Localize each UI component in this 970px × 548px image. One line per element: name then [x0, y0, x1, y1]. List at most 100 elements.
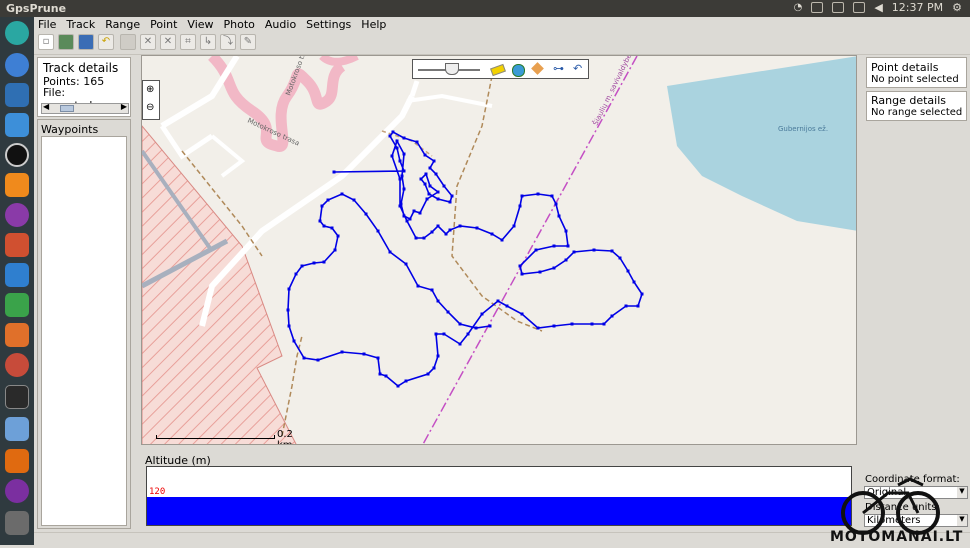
- track-point[interactable]: [534, 248, 538, 252]
- track-point[interactable]: [287, 287, 291, 291]
- track-point[interactable]: [312, 261, 316, 265]
- track-point[interactable]: [402, 169, 406, 173]
- menu-point[interactable]: Point: [146, 17, 181, 32]
- zoom-in-icon[interactable]: ⊕: [146, 84, 154, 95]
- track-point[interactable]: [466, 332, 470, 336]
- track-point[interactable]: [302, 356, 306, 360]
- track-point[interactable]: [422, 236, 426, 240]
- track-point[interactable]: [566, 244, 570, 248]
- track-point[interactable]: [322, 224, 326, 228]
- track-point[interactable]: [402, 136, 406, 140]
- track-point[interactable]: [505, 304, 509, 308]
- calc-icon[interactable]: [5, 293, 29, 317]
- software-center-icon[interactable]: [5, 323, 29, 347]
- track-point[interactable]: [488, 324, 492, 328]
- chat-icon[interactable]: [5, 113, 29, 137]
- track-point[interactable]: [326, 198, 330, 202]
- track-point[interactable]: [414, 236, 418, 240]
- track-point[interactable]: [564, 258, 568, 262]
- altitude-chart[interactable]: 120: [146, 466, 852, 526]
- menu-settings[interactable]: Settings: [302, 17, 355, 32]
- track-point[interactable]: [458, 342, 462, 346]
- track-point[interactable]: [364, 212, 368, 216]
- volume-icon[interactable]: ◀: [874, 1, 882, 14]
- trash-icon[interactable]: [5, 511, 29, 535]
- track-point[interactable]: [427, 192, 431, 196]
- track-point[interactable]: [434, 332, 438, 336]
- delete-point-icon[interactable]: ✕: [140, 34, 156, 50]
- map-icon[interactable]: [531, 62, 544, 75]
- scroll-right-icon[interactable]: ▶: [121, 102, 127, 111]
- track-point[interactable]: [520, 194, 524, 198]
- compress-icon[interactable]: ↳: [200, 34, 216, 50]
- track-point[interactable]: [300, 264, 304, 268]
- thunderbird-icon[interactable]: [5, 83, 29, 107]
- track-point[interactable]: [518, 204, 522, 208]
- amazon-icon[interactable]: [5, 143, 29, 167]
- track-point[interactable]: [436, 197, 440, 201]
- menu-file[interactable]: File: [34, 17, 60, 32]
- track-point[interactable]: [430, 288, 434, 292]
- rugby-icon[interactable]: [5, 479, 29, 503]
- track-point[interactable]: [624, 304, 628, 308]
- slider-thumb[interactable]: [445, 63, 459, 75]
- track-point[interactable]: [618, 256, 622, 260]
- track-point[interactable]: [402, 187, 406, 191]
- files-icon[interactable]: [5, 233, 29, 257]
- track-point[interactable]: [418, 211, 422, 215]
- track-point[interactable]: [396, 384, 400, 388]
- track-point[interactable]: [320, 204, 324, 208]
- waypoints-list[interactable]: [41, 136, 127, 526]
- track-point[interactable]: [490, 232, 494, 236]
- track-point[interactable]: [322, 260, 326, 264]
- track-point[interactable]: [419, 177, 423, 181]
- delete-range-icon[interactable]: ✕: [160, 34, 176, 50]
- mail-icon[interactable]: [832, 2, 845, 13]
- track-point[interactable]: [520, 272, 524, 276]
- eye-icon[interactable]: [5, 203, 29, 227]
- save-icon[interactable]: [78, 34, 94, 50]
- track-point[interactable]: [554, 202, 558, 206]
- track-point[interactable]: [398, 159, 402, 163]
- track-point[interactable]: [432, 366, 436, 370]
- connect-icon[interactable]: ⊶: [553, 62, 564, 75]
- track-point[interactable]: [570, 322, 574, 326]
- track-point[interactable]: [512, 224, 516, 228]
- new-file-icon[interactable]: ▫: [38, 34, 54, 50]
- track-point[interactable]: [518, 264, 522, 268]
- track-point[interactable]: [395, 139, 399, 143]
- track-point[interactable]: [496, 299, 500, 303]
- track-point[interactable]: [572, 250, 576, 254]
- track-point[interactable]: [388, 250, 392, 254]
- track-point[interactable]: [458, 322, 462, 326]
- track-point[interactable]: [458, 224, 462, 228]
- track-point[interactable]: [408, 217, 412, 221]
- track-point[interactable]: [430, 230, 434, 234]
- track-point[interactable]: [550, 194, 554, 198]
- track-point[interactable]: [552, 324, 556, 328]
- track-point[interactable]: [428, 184, 432, 188]
- track-point[interactable]: [423, 153, 427, 157]
- menu-help[interactable]: Help: [357, 17, 390, 32]
- menu-range[interactable]: Range: [101, 17, 144, 32]
- track-point[interactable]: [536, 192, 540, 196]
- track-point[interactable]: [333, 248, 337, 252]
- track-point[interactable]: [436, 354, 440, 358]
- track-point[interactable]: [398, 204, 402, 208]
- dash-icon[interactable]: [5, 21, 29, 45]
- track-point[interactable]: [520, 312, 524, 316]
- track-point[interactable]: [436, 190, 440, 194]
- track-point[interactable]: [538, 270, 542, 274]
- track-point[interactable]: [450, 194, 454, 198]
- menu-audio[interactable]: Audio: [261, 17, 300, 32]
- track-point[interactable]: [395, 146, 399, 150]
- connect-range-icon[interactable]: ⤵: [220, 34, 236, 50]
- clock[interactable]: 12:37 PM: [892, 1, 943, 14]
- menu-track[interactable]: Track: [62, 17, 99, 32]
- track-point[interactable]: [557, 214, 561, 218]
- track-point[interactable]: [442, 184, 446, 188]
- gear-icon[interactable]: ⚙: [952, 1, 962, 14]
- wifi-icon[interactable]: ◔: [794, 2, 803, 13]
- track-point[interactable]: [590, 322, 594, 326]
- writer-icon[interactable]: [5, 263, 29, 287]
